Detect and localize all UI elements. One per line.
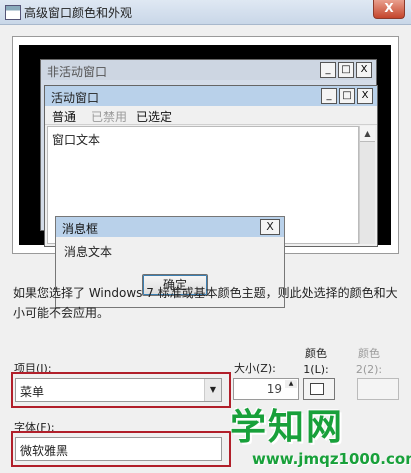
preview-menubar[interactable]: 普通 已禁用 已选定: [45, 106, 377, 125]
menu-item-disabled[interactable]: 已禁用: [91, 108, 127, 125]
color2-button[interactable]: [357, 378, 399, 400]
title-bar: 高级窗口颜色和外观 X: [0, 0, 411, 25]
inactive-window-title: 非活动窗口: [47, 65, 108, 79]
message-box-title: 消息框: [62, 222, 99, 236]
watermark-logo: 学知网: [230, 407, 345, 448]
active-minimize-button[interactable]: _: [321, 88, 337, 104]
size-value: 19: [266, 382, 282, 396]
size-stepper[interactable]: 19 ▲: [233, 378, 299, 400]
message-box-close-button[interactable]: X: [260, 219, 280, 235]
spin-up-arrow-icon[interactable]: ▲: [285, 380, 297, 388]
color1-swatch: [310, 383, 324, 395]
inactive-minimize-button[interactable]: _: [320, 62, 336, 78]
active-window-title: 活动窗口: [51, 91, 100, 105]
preview-scrollbar[interactable]: ▲: [359, 126, 375, 244]
watermark-url: www.jmqz1000.com: [252, 450, 411, 468]
item-select-highlight: [11, 372, 231, 408]
active-maximize-button[interactable]: □: [339, 88, 355, 104]
color1-button[interactable]: [303, 378, 335, 400]
message-box-caption[interactable]: 消息框 X: [56, 217, 284, 237]
size-label: 大小(Z):: [234, 362, 276, 375]
window-text: 窗口文本: [52, 133, 101, 147]
preview-desktop[interactable]: 非活动窗口 _ □ X 活动窗口 _ □ X 普通 已禁用 已选定 窗口文本 ▲: [19, 45, 391, 247]
theme-info-text: 如果您选择了 Windows 7 标准或基本颜色主题，则此处选择的颜色和大小可能…: [13, 286, 398, 320]
color1-label: 颜色 1(L):: [303, 347, 329, 376]
active-close-button[interactable]: X: [357, 88, 373, 104]
inactive-window-caption[interactable]: 非活动窗口 _ □ X: [41, 60, 376, 80]
scroll-up-arrow-icon[interactable]: ▲: [360, 126, 375, 142]
appearance-preview[interactable]: 非活动窗口 _ □ X 活动窗口 _ □ X 普通 已禁用 已选定 窗口文本 ▲…: [12, 36, 399, 308]
app-window-icon: [5, 5, 21, 20]
color2-label: 颜色 2(2):: [355, 347, 383, 376]
inactive-maximize-button[interactable]: □: [338, 62, 354, 78]
window-close-button[interactable]: X: [373, 0, 405, 19]
window-title: 高级窗口颜色和外观: [24, 6, 133, 20]
message-text: 消息文本: [64, 245, 113, 259]
active-window-caption[interactable]: 活动窗口 _ □ X: [45, 86, 377, 106]
menu-item-normal[interactable]: 普通: [52, 108, 76, 125]
font-select-highlight: [11, 431, 231, 467]
menu-item-selected[interactable]: 已选定: [136, 108, 172, 125]
inactive-close-button[interactable]: X: [356, 62, 372, 78]
